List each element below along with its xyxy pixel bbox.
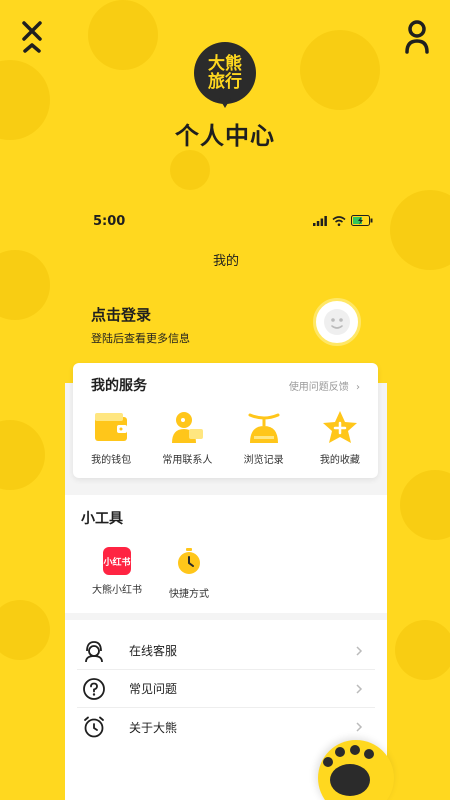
services-row: 我的钱包 常用联系人 浏览记录 我的收藏 xyxy=(73,409,378,466)
avatar[interactable] xyxy=(313,298,361,346)
chevron-right-icon xyxy=(356,722,363,732)
page-title: 我的 xyxy=(212,254,239,269)
chevron-right-icon xyxy=(356,683,363,694)
link-faq[interactable]: 常见问题 xyxy=(77,670,375,708)
logo-tail xyxy=(219,98,231,108)
paw-icon xyxy=(323,745,374,796)
phone-mockup: 5:00 我的 点击登录 登陆后查看更多信息 我的服务 使用问题反馈 › 我的钱… xyxy=(65,200,387,800)
login-title[interactable]: 点击登录 xyxy=(91,304,151,325)
battery-icon xyxy=(351,215,373,226)
chevron-right-icon xyxy=(356,645,363,656)
service-history[interactable]: 浏览记录 xyxy=(229,409,299,466)
service-favorites[interactable]: 我的收藏 xyxy=(305,409,375,466)
status-time: 5:00 xyxy=(93,214,126,229)
signal-icon xyxy=(313,215,327,226)
close-icon[interactable] xyxy=(20,20,46,54)
services-title: 我的服务 xyxy=(91,378,147,394)
tool-xiaohongshu[interactable]: 小红书 大熊小红书 xyxy=(77,547,157,596)
service-wallet[interactable]: 我的钱包 xyxy=(76,409,146,466)
favorite-star-icon xyxy=(322,409,358,445)
service-label: 我的钱包 xyxy=(91,455,132,466)
tool-label: 快捷方式 xyxy=(169,589,209,600)
link-label: 常见问题 xyxy=(129,682,178,696)
logo-line-1: 大熊 xyxy=(208,54,242,74)
question-icon xyxy=(81,676,107,702)
feedback-label: 使用问题反馈 xyxy=(288,382,349,393)
link-online-service[interactable]: 在线客服 xyxy=(77,632,375,670)
tool-shortcut[interactable]: 快捷方式 xyxy=(149,547,229,600)
logo-line-2: 旅行 xyxy=(208,72,242,92)
customer-service-icon xyxy=(81,638,107,664)
xiaohongshu-icon: 小红书 xyxy=(103,547,131,575)
hero-title: 个人中心 xyxy=(175,122,275,150)
service-label: 我的收藏 xyxy=(319,455,360,466)
link-label: 在线客服 xyxy=(129,644,178,658)
stopwatch-icon xyxy=(175,547,203,579)
service-label: 浏览记录 xyxy=(243,455,284,466)
alarm-clock-icon xyxy=(81,714,107,740)
wifi-icon xyxy=(332,215,346,226)
status-icons xyxy=(313,215,373,226)
tools-section: 小工具 小红书 大熊小红书 快捷方式 xyxy=(65,495,387,613)
tool-label: 大熊小红书 xyxy=(92,585,142,596)
feedback-link[interactable]: 使用问题反馈 › xyxy=(289,378,360,393)
status-bar: 5:00 xyxy=(65,200,387,244)
tools-title: 小工具 xyxy=(81,511,123,527)
logo: 大熊 旅行 xyxy=(194,42,256,104)
paw-fab-button[interactable] xyxy=(318,740,394,800)
service-contacts[interactable]: 常用联系人 xyxy=(152,409,222,466)
services-card: 我的服务 使用问题反馈 › 我的钱包 常用联系人 浏览记录 我的收藏 xyxy=(73,363,378,478)
service-label: 常用联系人 xyxy=(162,455,213,466)
wallet-icon xyxy=(93,409,129,445)
history-icon xyxy=(246,409,282,445)
login-subtitle: 登陆后查看更多信息 xyxy=(91,332,190,345)
user-icon[interactable] xyxy=(404,20,430,54)
contact-icon xyxy=(169,409,205,445)
link-label: 关于大熊 xyxy=(129,720,178,735)
chevron-right-icon: › xyxy=(356,382,360,393)
avatar-face-icon xyxy=(324,309,350,335)
